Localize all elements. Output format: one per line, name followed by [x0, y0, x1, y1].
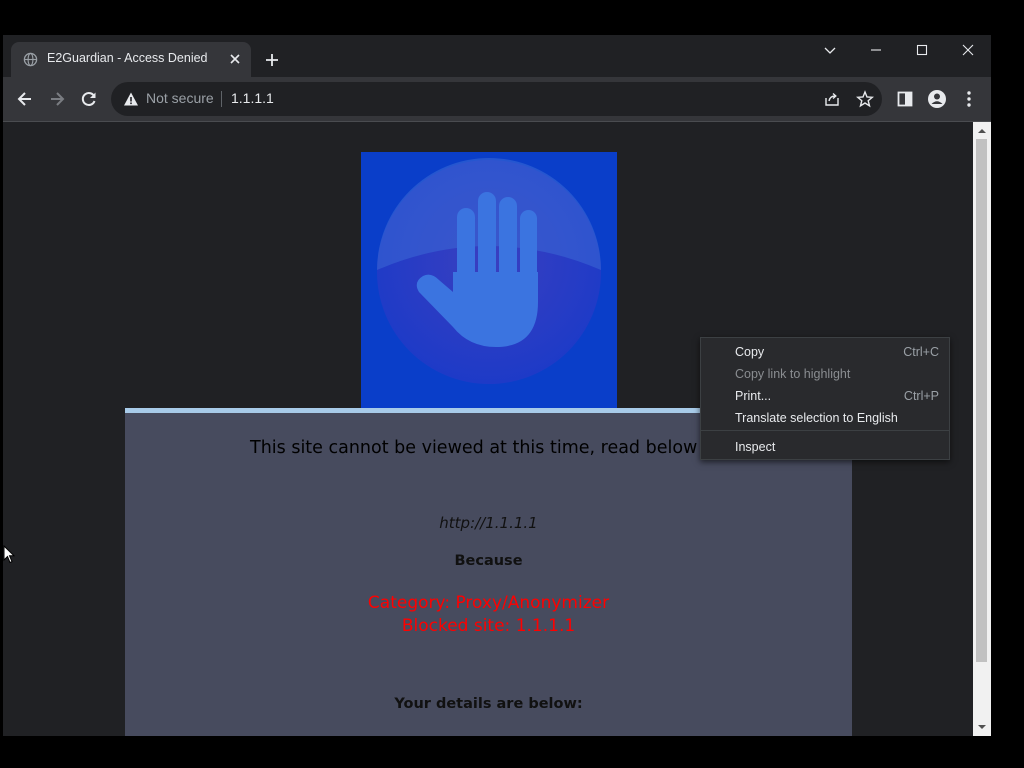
maximize-icon[interactable] — [912, 40, 932, 60]
omnibox-divider — [221, 91, 222, 107]
context-menu-divider — [701, 430, 949, 431]
context-item-shortcut: Ctrl+P — [903, 389, 939, 403]
scroll-down-icon[interactable] — [977, 722, 987, 732]
tab-active[interactable]: E2Guardian - Access Denied — [11, 42, 251, 77]
scroll-thumb[interactable] — [976, 139, 987, 662]
context-item-label: Print... — [735, 389, 772, 403]
profile-icon[interactable] — [927, 89, 947, 109]
blocked-url: http://1.1.1.1 — [439, 514, 538, 532]
details-heading: Your details are below: — [394, 696, 583, 712]
context-item-label: Copy — [735, 345, 765, 359]
star-icon[interactable] — [856, 90, 874, 108]
context-item-print[interactable]: Print... Ctrl+P — [701, 385, 949, 407]
share-icon[interactable] — [823, 90, 841, 108]
side-panel-icon[interactable] — [895, 89, 915, 109]
address-bar[interactable]: Not secure 1.1.1.1 — [111, 82, 882, 116]
minimize-icon[interactable] — [866, 40, 886, 60]
context-item-translate[interactable]: Translate selection to English — [701, 407, 949, 429]
reload-icon[interactable] — [79, 89, 99, 109]
close-icon[interactable] — [228, 52, 242, 66]
because-label: Because — [454, 553, 523, 569]
plus-icon[interactable] — [262, 50, 282, 70]
warning-icon[interactable] — [123, 91, 139, 107]
context-item-label: Translate selection to English — [735, 411, 898, 425]
context-menu: Copy Ctrl+C Copy link to highlight Print… — [700, 337, 950, 460]
scrollbar[interactable] — [973, 122, 991, 736]
tab-strip: E2Guardian - Access Denied — [3, 35, 991, 77]
context-item-copy-link-to-highlight: Copy link to highlight — [701, 363, 949, 385]
context-item-label: Inspect — [735, 440, 776, 454]
chevron-down-icon[interactable] — [820, 40, 840, 60]
blocked-site: Blocked site: 1.1.1.1 — [401, 616, 576, 636]
mouse-cursor-icon — [3, 545, 15, 564]
security-status[interactable]: Not secure — [146, 90, 214, 106]
url-text[interactable]: 1.1.1.1 — [231, 90, 274, 106]
context-item-inspect[interactable]: Inspect — [701, 436, 949, 458]
menu-icon[interactable] — [959, 89, 979, 109]
context-item-label: Copy link to highlight — [735, 367, 851, 381]
globe-icon — [23, 52, 38, 67]
tab-title: E2Guardian - Access Denied — [47, 51, 208, 65]
forward-icon[interactable] — [47, 89, 67, 109]
stop-hand-icon — [361, 152, 617, 410]
toolbar: Not secure 1.1.1.1 — [3, 77, 991, 121]
context-item-copy[interactable]: Copy Ctrl+C — [701, 341, 949, 363]
context-item-shortcut: Ctrl+C — [903, 345, 939, 359]
block-category: Category: Proxy/Anonymizer — [367, 593, 610, 613]
back-icon[interactable] — [15, 89, 35, 109]
scroll-up-icon[interactable] — [977, 126, 987, 136]
window-close-icon[interactable] — [958, 40, 978, 60]
